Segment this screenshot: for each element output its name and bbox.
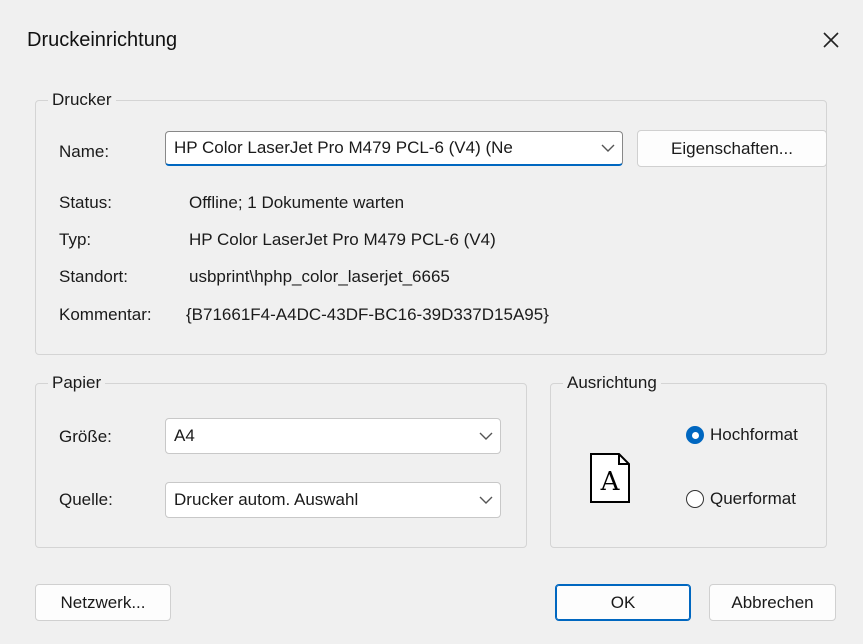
status-value: Offline; 1 Dokumente warten: [189, 193, 405, 212]
printer-name-select[interactable]: HP Color LaserJet Pro M479 PCL-6 (V4) (N…: [165, 131, 623, 166]
chevron-down-icon: [594, 132, 622, 164]
comment-label: Kommentar:: [59, 305, 152, 324]
close-button[interactable]: [813, 22, 849, 58]
paper-group-label: Papier: [48, 373, 106, 393]
location-value: usbprint\hphp_color_laserjet_6665: [189, 267, 450, 286]
type-value: HP Color LaserJet Pro M479 PCL-6 (V4): [189, 230, 496, 249]
paper-size-label: Größe:: [59, 427, 112, 446]
paper-source-select[interactable]: Drucker autom. Auswahl: [165, 482, 501, 518]
portrait-page-icon: A: [590, 453, 630, 503]
portrait-radio[interactable]: Hochformat: [686, 425, 798, 445]
portrait-radio-circle[interactable]: [686, 426, 704, 444]
landscape-radio-label: Querformat: [710, 489, 796, 508]
location-label: Standort:: [59, 267, 128, 286]
printer-name-label: Name:: [59, 142, 110, 161]
paper-size-value: A4: [174, 426, 195, 445]
paper-group: Papier: [35, 373, 527, 548]
dialog-title: Druckeinrichtung: [27, 29, 178, 51]
paper-source-value: Drucker autom. Auswahl: [174, 490, 359, 509]
status-label: Status:: [59, 193, 112, 212]
printer-name-value: HP Color LaserJet Pro M479 PCL-6 (V4) (N…: [174, 138, 513, 157]
ok-button[interactable]: OK: [555, 584, 691, 621]
network-button[interactable]: Netzwerk...: [35, 584, 171, 621]
chevron-down-icon: [472, 419, 500, 453]
comment-value: {B71661F4-A4DC-43DF-BC16-39D337D15A95}: [186, 305, 549, 324]
printer-group-label: Drucker: [48, 90, 116, 110]
paper-size-select[interactable]: A4: [165, 418, 501, 454]
orientation-group-label: Ausrichtung: [563, 373, 661, 393]
chevron-down-icon: [472, 483, 500, 517]
print-setup-dialog: Druckeinrichtung Drucker Name: HP Color …: [0, 0, 863, 644]
cancel-button[interactable]: Abbrechen: [709, 584, 836, 621]
type-label: Typ:: [59, 230, 92, 249]
landscape-radio[interactable]: Querformat: [686, 489, 796, 509]
landscape-radio-circle[interactable]: [686, 490, 704, 508]
paper-source-label: Quelle:: [59, 490, 113, 509]
close-icon: [823, 32, 839, 48]
properties-button[interactable]: Eigenschaften...: [637, 130, 827, 167]
portrait-radio-label: Hochformat: [710, 425, 798, 444]
page-icon-letter: A: [600, 467, 621, 497]
